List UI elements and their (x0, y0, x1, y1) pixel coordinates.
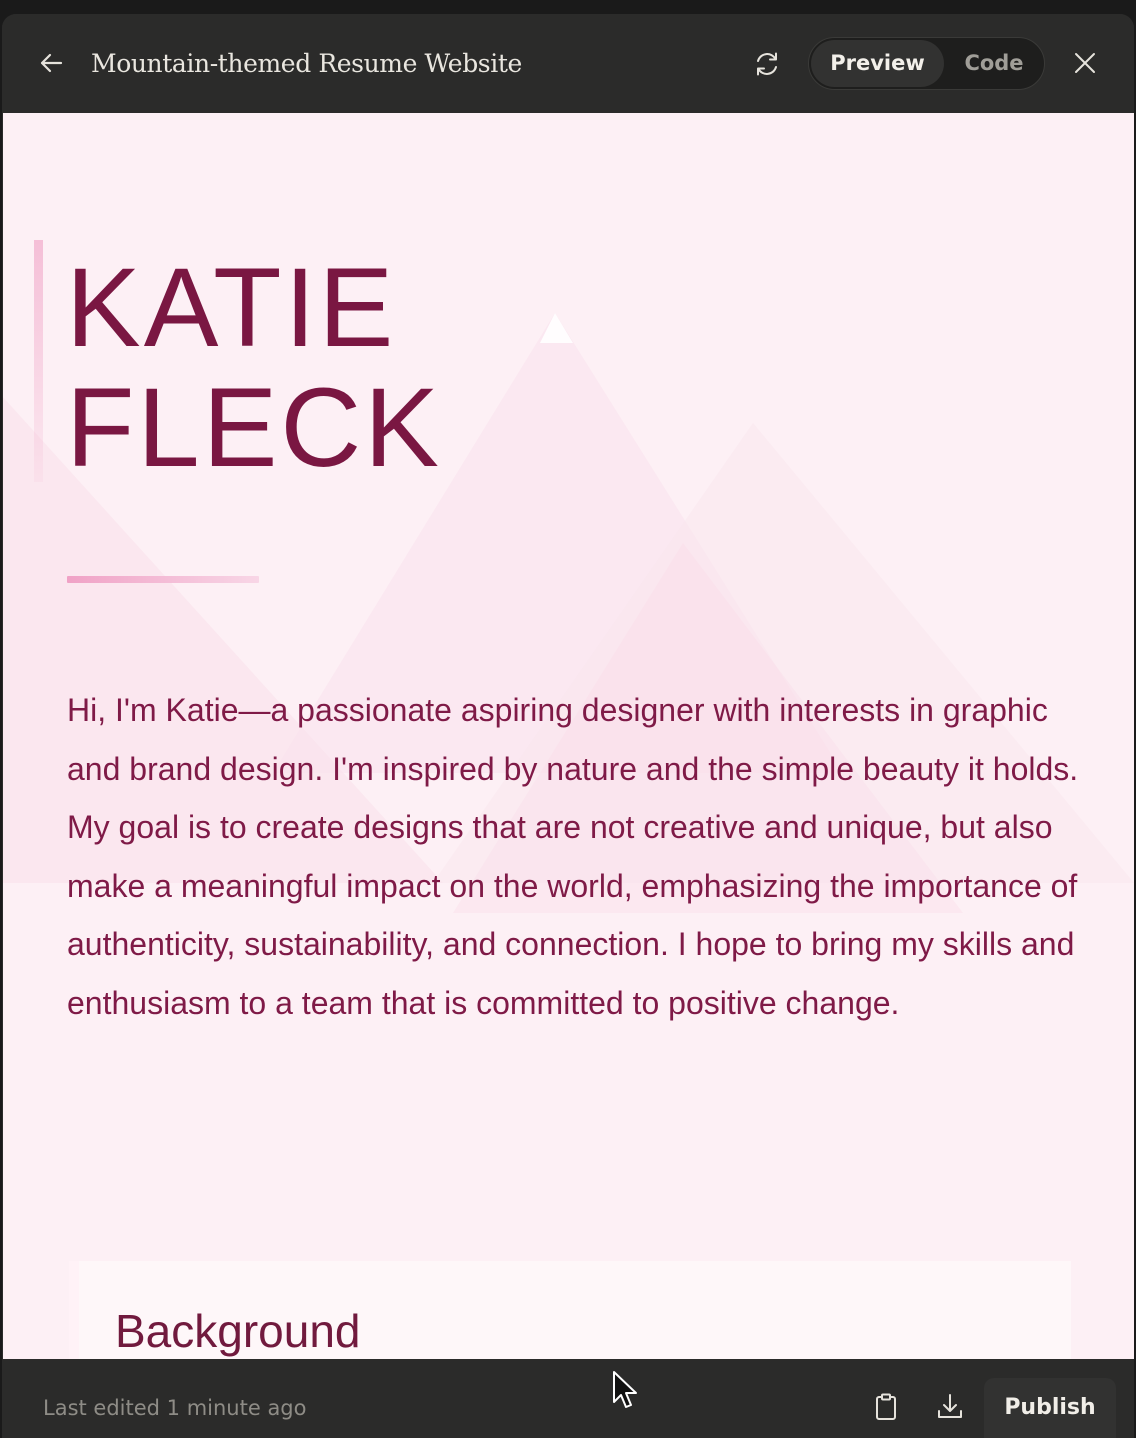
hero-divider (67, 576, 259, 583)
refresh-icon (757, 52, 777, 76)
download-button[interactable] (930, 1387, 970, 1427)
artifact-window: Mountain-themed Resume Website Preview C… (2, 14, 1134, 1438)
publish-button[interactable]: Publish (984, 1378, 1116, 1438)
refresh-button[interactable] (747, 44, 787, 84)
hero-name-last: FLECK (66, 365, 442, 490)
back-button[interactable] (32, 44, 70, 82)
website-preview[interactable]: KATIE FLECK Hi, I'm Katie—a passionate a… (3, 113, 1134, 1359)
close-icon (1075, 53, 1095, 73)
hero-name-first: KATIE (66, 245, 397, 370)
background-heading: Background (115, 1305, 361, 1357)
header-bar: Mountain-themed Resume Website Preview C… (2, 14, 1134, 113)
hero-name: KATIE FLECK (66, 248, 766, 488)
download-icon (938, 1394, 962, 1418)
view-toggle: Preview Code (808, 37, 1045, 90)
clipboard-icon (876, 1393, 896, 1420)
bio-paragraph: Hi, I'm Katie—a passionate aspiring desi… (67, 692, 1079, 1021)
close-button[interactable] (1065, 43, 1105, 83)
artifact-title: Mountain-themed Resume Website (91, 49, 522, 78)
last-edited-status: Last edited 1 minute ago (43, 1396, 307, 1420)
footer-bar: Last edited 1 minute ago Publish (2, 1359, 1134, 1438)
name-accent-bar (34, 240, 43, 482)
arrow-left-icon (40, 53, 63, 73)
tab-preview[interactable]: Preview (811, 40, 944, 87)
mouse-cursor-icon (613, 1371, 637, 1408)
tab-code[interactable]: Code (945, 40, 1043, 87)
copy-button[interactable] (866, 1387, 906, 1427)
